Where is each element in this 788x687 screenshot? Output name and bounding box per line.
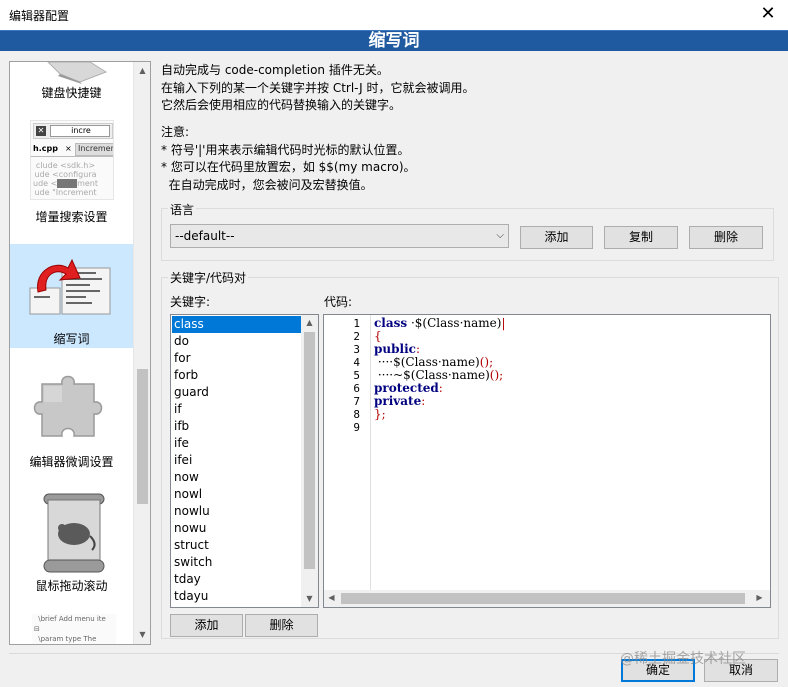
language-delete-button[interactable]: 删除: [689, 226, 763, 249]
keyword-list-item[interactable]: guard: [172, 384, 302, 401]
keyword-list-item[interactable]: now: [172, 469, 302, 486]
keyword-group-title: 关键字/代码对: [168, 269, 249, 286]
keyword-list-item[interactable]: if: [172, 401, 302, 418]
keyword-list-item[interactable]: do: [172, 333, 302, 350]
line-number: 3: [353, 343, 360, 356]
scrollbar-thumb[interactable]: [137, 369, 148, 504]
info-line-2: 在输入下列的某一个关键字并按 Ctrl-J 时，它就会被调用。: [161, 81, 475, 95]
keywords-label: 关键字:: [170, 295, 211, 309]
keyword-list-item[interactable]: forb: [172, 367, 302, 384]
line-number-gutter: 123456789: [324, 317, 360, 434]
scroll-up-icon[interactable]: ▲: [137, 64, 148, 78]
nav-item-label: 编辑器微调设置: [29, 455, 114, 469]
scroll-left-icon[interactable]: ◀: [326, 591, 337, 605]
code-label: 代码:: [324, 295, 353, 309]
nav-item-doc-comment[interactable]: \brief Add menu ite ⊟ \param type The: [10, 610, 133, 644]
scroll-right-icon[interactable]: ▶: [754, 591, 765, 605]
nav-item-editor-tweaks[interactable]: 编辑器微调设置: [10, 362, 133, 472]
keyword-list-item[interactable]: switch: [172, 554, 302, 571]
info-line-3: 它然后会使用相应的代码替换输入的关键字。: [161, 98, 402, 112]
info-line-1: 自动完成与 code-completion 插件无关。: [161, 63, 389, 77]
note-title: 注意:: [161, 125, 190, 139]
keyword-list-item[interactable]: struct: [172, 537, 302, 554]
keyword-list-item[interactable]: nowl: [172, 486, 302, 503]
nav-item-label: 鼠标拖动滚动: [35, 579, 108, 593]
keyword-list-item[interactable]: class: [172, 316, 302, 333]
keyword-list-item[interactable]: ife: [172, 435, 302, 452]
keywords-scrollbar[interactable]: ▲ ▼: [301, 315, 318, 607]
window-titlebar: 编辑器配置 ✕: [0, 0, 788, 30]
doc-comment-icon: \brief Add menu ite ⊟ \param type The: [32, 614, 116, 644]
settings-nav: 键盘快捷键 ✕ incre h.cpp × Incremen clude <sd…: [9, 61, 151, 645]
nav-item-label: 增量搜索设置: [35, 210, 108, 224]
keyword-list-item[interactable]: nowlu: [172, 503, 302, 520]
incremental-search-icon: ✕ incre h.cpp × Incremen clude <sdk.h> u…: [30, 120, 114, 200]
nav-item-keyboard[interactable]: 键盘快捷键: [10, 62, 133, 116]
scrollbar-thumb[interactable]: [304, 332, 315, 569]
scrollbar-thumb[interactable]: [341, 593, 745, 604]
line-number: 1: [353, 317, 360, 330]
line-number: 9: [353, 421, 360, 434]
scroll-up-icon[interactable]: ▲: [304, 316, 315, 330]
keyword-list-item[interactable]: for: [172, 350, 302, 367]
scroll-down-icon[interactable]: ▼: [304, 592, 315, 606]
nav-item-mouse-scroll[interactable]: 鼠标拖动滚动: [10, 488, 133, 598]
nav-item-incremental-search[interactable]: ✕ incre h.cpp × Incremen clude <sdk.h> u…: [10, 120, 133, 230]
close-icon[interactable]: ✕: [758, 4, 778, 24]
note-line-2: * 您可以在代码里放置宏，如 $$(my macro)。: [161, 160, 416, 174]
line-number: 6: [353, 382, 360, 395]
code-editor[interactable]: 123456789 class ·$(Class·name)| { public…: [323, 314, 771, 608]
puzzle-icon: [33, 375, 103, 437]
page-banner: 缩写词: [0, 30, 788, 51]
language-group-title: 语言: [168, 201, 197, 218]
mouse-scroll-icon: [43, 493, 105, 573]
language-copy-button[interactable]: 复制: [604, 226, 678, 249]
keyword-list-item[interactable]: tdayu: [172, 588, 302, 605]
language-select[interactable]: --default-- ⌵: [170, 224, 509, 248]
language-add-button[interactable]: 添加: [520, 226, 593, 249]
keyword-list-item[interactable]: nowu: [172, 520, 302, 537]
keywords-list[interactable]: class do for forb guard if ifb ife ifei now nowl no…: [170, 314, 319, 608]
nav-item-label: 缩写词: [53, 332, 90, 346]
abbreviation-icon: [29, 258, 111, 315]
note-line-1: * 符号'|'用来表示编辑代码时光标的默认位置。: [161, 143, 410, 157]
nav-scrollbar[interactable]: ▲ ▼: [133, 62, 150, 644]
note-line-3: 在自动完成时，您会被问及宏替换值。: [161, 178, 373, 192]
line-number: 7: [353, 395, 360, 408]
banner-title: 缩写词: [368, 31, 420, 51]
keyword-delete-button[interactable]: 删除: [245, 614, 318, 637]
line-number: 5: [353, 369, 360, 382]
keyword-add-button[interactable]: 添加: [170, 614, 243, 637]
line-number: 4: [353, 356, 360, 369]
watermark: @稀土掘金技术社区: [620, 651, 746, 667]
keyboard-icon: [47, 62, 108, 84]
scroll-down-icon[interactable]: ▼: [137, 628, 148, 642]
line-number: 2: [353, 330, 360, 343]
nav-item-abbreviations[interactable]: 缩写词: [10, 244, 133, 348]
window-title: 编辑器配置: [9, 8, 70, 23]
line-number: 8: [353, 408, 360, 421]
chevron-down-icon: ⌵: [496, 230, 504, 241]
keyword-list-item[interactable]: ifb: [172, 418, 302, 435]
language-select-value: --default--: [175, 229, 235, 243]
keyword-list-item[interactable]: ifei: [172, 452, 302, 469]
nav-item-label: 键盘快捷键: [41, 86, 102, 100]
code-horizontal-scrollbar[interactable]: ◀ ▶: [324, 590, 770, 607]
keyword-list-item[interactable]: tday: [172, 571, 302, 588]
code-content[interactable]: class ·$(Class·name)| { public: ····$(Cl…: [374, 317, 506, 421]
